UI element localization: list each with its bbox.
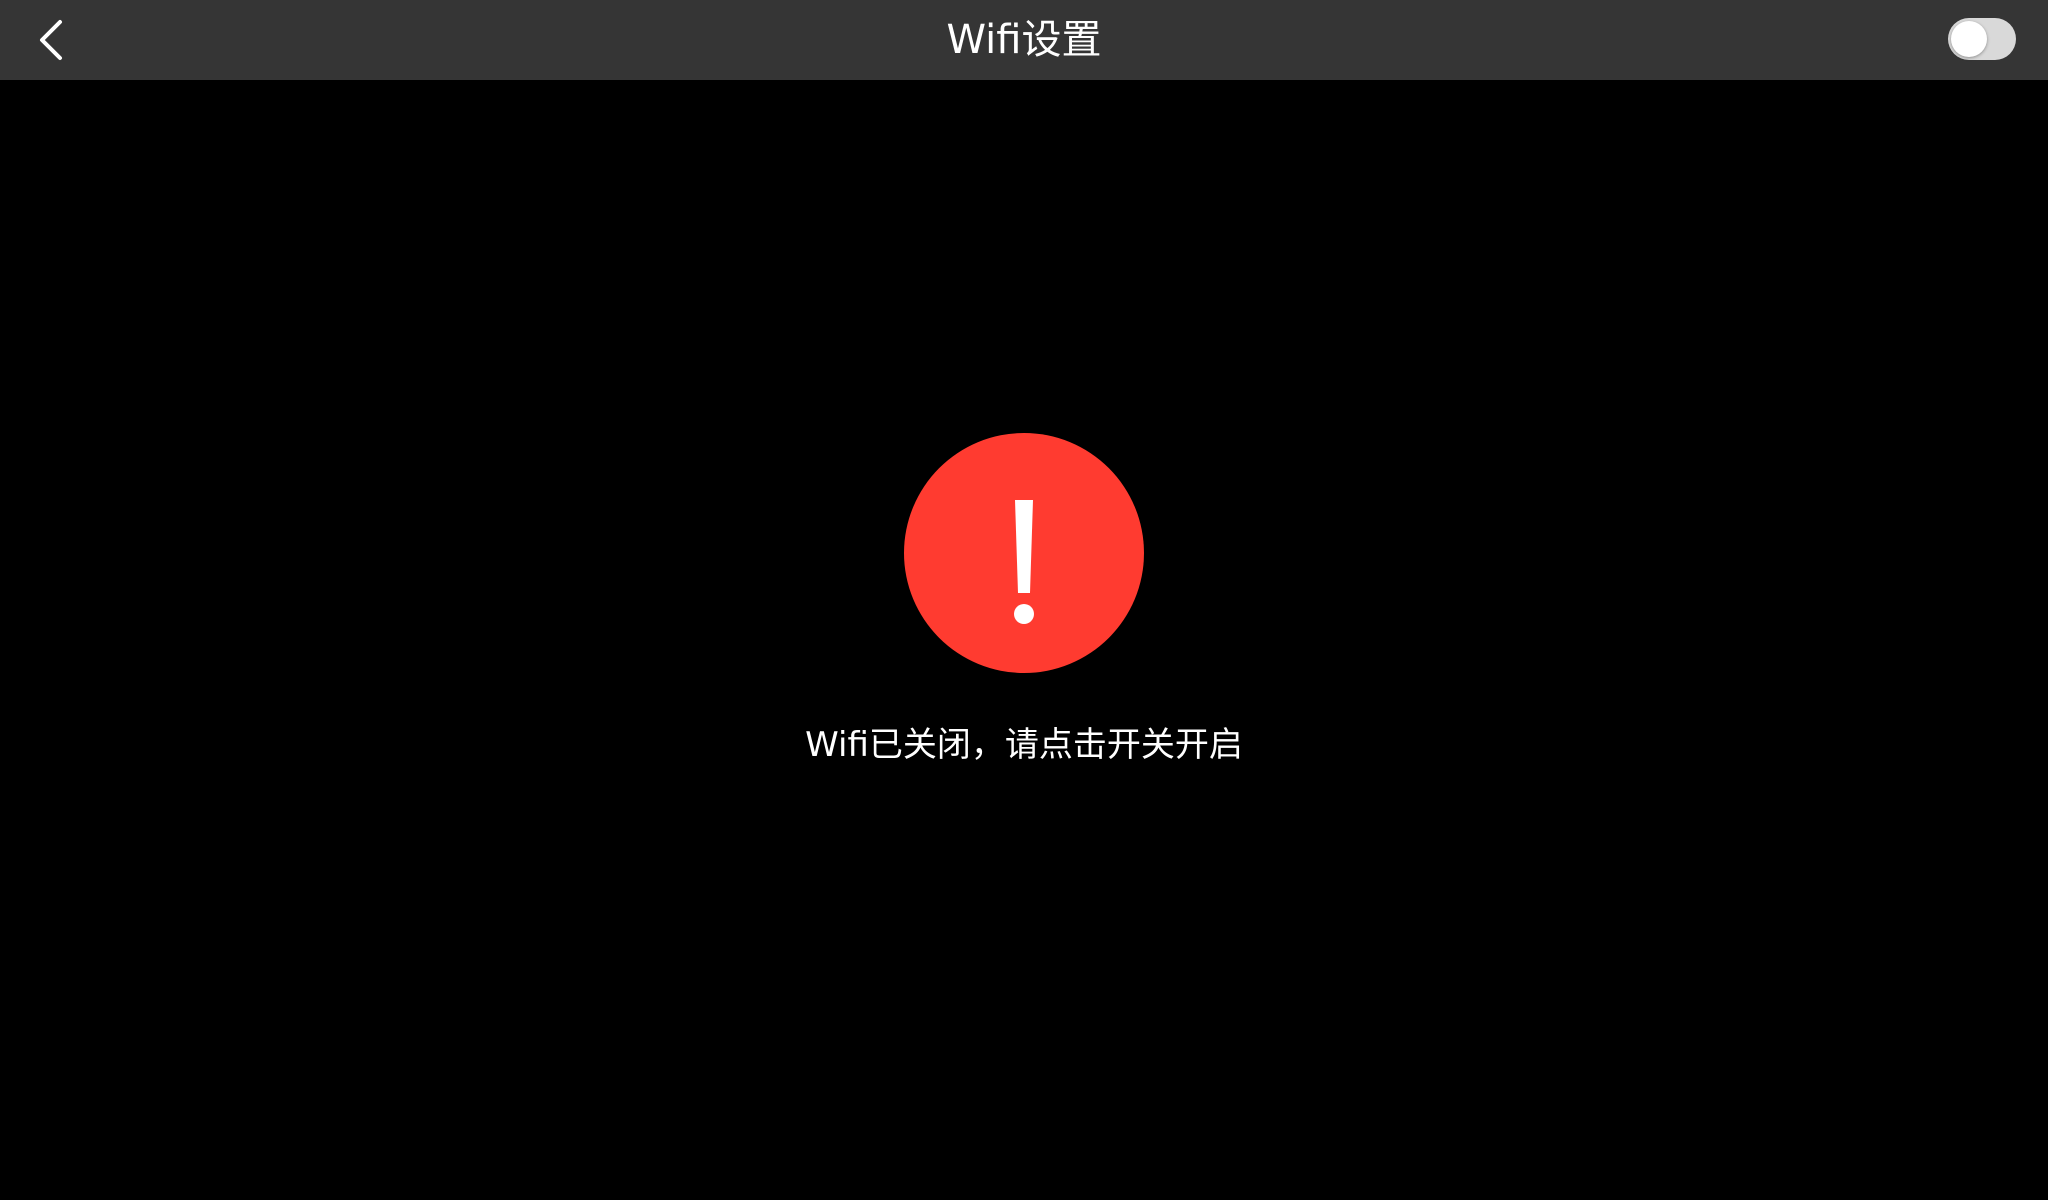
wifi-settings-screen: Wifi设置 Wifi已关闭，请点击开关开启 — [0, 0, 2048, 1200]
toggle-knob — [1951, 21, 1987, 57]
main-content: Wifi已关闭，请点击开关开启 — [0, 80, 2048, 1200]
wifi-toggle-switch[interactable] — [1948, 18, 2016, 60]
back-button[interactable] — [20, 10, 80, 70]
navigation-bar: Wifi设置 — [0, 0, 2048, 80]
chevron-left-icon — [40, 20, 62, 60]
exclamation-icon — [1014, 500, 1034, 624]
page-title: Wifi设置 — [946, 17, 1102, 63]
alert-badge — [904, 433, 1144, 673]
wifi-off-message: Wifi已关闭，请点击开关开启 — [805, 725, 1243, 765]
